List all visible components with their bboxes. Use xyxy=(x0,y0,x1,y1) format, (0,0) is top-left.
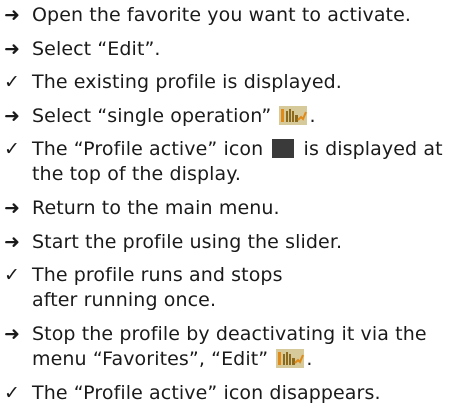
arrow-marker-icon: ➜ xyxy=(4,104,20,127)
step-1: ➜ Open the favorite you want to activate… xyxy=(0,3,460,28)
step-text-after: . xyxy=(306,348,313,370)
step-text-before: Stop the profile by deactivating it via … xyxy=(32,323,427,370)
result-text: The existing profile is displayed. xyxy=(32,71,342,93)
step-text: Open the favorite you want to activate. xyxy=(32,4,412,26)
result-text-before: The “Profile active” icon xyxy=(32,138,270,160)
step-9: ➜ Stop the profile by deactivating it vi… xyxy=(0,322,460,372)
step-text-with-icon: Select “single operation” . xyxy=(32,104,460,129)
arrow-marker-icon: ➜ xyxy=(4,197,20,219)
instruction-steps: ➜ Open the favorite you want to activate… xyxy=(0,0,460,406)
single-operation-icon xyxy=(276,349,305,368)
arrow-marker-icon: ➜ xyxy=(4,4,20,26)
step-10: ✓ The “Profile active” icon disappears. xyxy=(0,381,460,406)
arrow-marker-icon: ➜ xyxy=(4,37,20,60)
profile-active-icon xyxy=(272,139,295,158)
check-marker-icon: ✓ xyxy=(4,138,20,160)
step-text: Select “Edit”. xyxy=(32,37,161,60)
result-text: The profile runs and stops after running… xyxy=(32,264,283,311)
check-marker-icon: ✓ xyxy=(4,264,20,286)
step-7: ➜ Start the profile using the slider. xyxy=(0,230,460,255)
single-operation-icon xyxy=(279,105,308,125)
check-marker-icon: ✓ xyxy=(4,382,20,404)
step-text: Start the profile using the slider. xyxy=(32,230,343,253)
step-text-with-icon: Stop the profile by deactivating it via … xyxy=(32,322,460,372)
step-3: ✓ The existing profile is displayed. xyxy=(0,70,460,95)
step-6: ➜ Return to the main menu. xyxy=(0,196,460,221)
arrow-marker-icon: ➜ xyxy=(4,323,20,345)
step-8: ✓ The profile runs and stops after runni… xyxy=(0,263,460,313)
check-marker-icon: ✓ xyxy=(4,71,20,93)
step-4: ➜ Select “single operation” . xyxy=(0,104,460,129)
step-text-before: Select “single operation” xyxy=(32,104,278,127)
result-text-with-icon: The “Profile active” icon is displayed a… xyxy=(32,137,460,187)
result-text: The “Profile active” icon disappears. xyxy=(32,382,381,404)
arrow-marker-icon: ➜ xyxy=(4,230,20,253)
step-2: ➜ Select “Edit”. xyxy=(0,37,460,62)
step-text: Return to the main menu. xyxy=(32,197,280,219)
step-text-after: . xyxy=(309,104,316,127)
step-5: ✓ The “Profile active” icon is displayed… xyxy=(0,137,460,187)
